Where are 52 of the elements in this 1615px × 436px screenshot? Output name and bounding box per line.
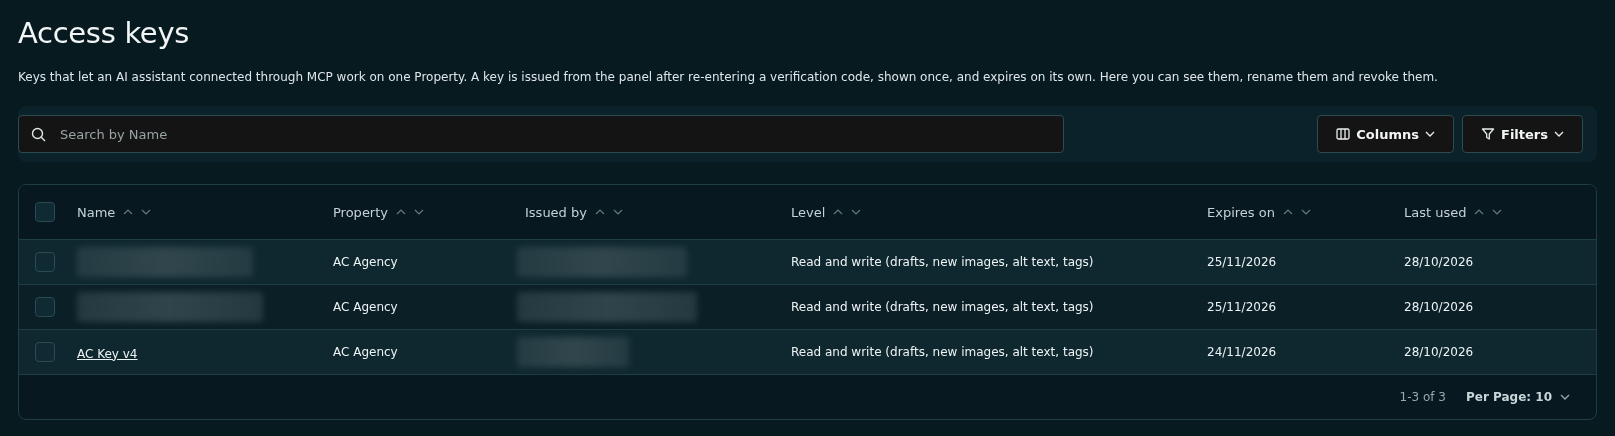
columns-button[interactable]: Columns xyxy=(1317,115,1454,153)
column-header[interactable]: Property xyxy=(333,204,388,220)
row-checkbox[interactable] xyxy=(35,297,55,317)
sort-down-icon[interactable] xyxy=(851,207,862,217)
table-cell-text: AC Agency xyxy=(333,300,399,314)
sort-down-icon[interactable] xyxy=(414,207,424,217)
table-cell-text: 28/10/2026 xyxy=(1404,345,1475,359)
pagination-range: 1-3 of 3 xyxy=(1399,390,1446,404)
table-cell-text: Read and write (drafts, new images, alt text, tags) xyxy=(791,255,1095,269)
column-header[interactable]: Issued by xyxy=(525,204,587,220)
table-row[interactable]: AC Agency Read and write (drafts, new images, alt text, tags) 25/11/2026 28/10/2026 xyxy=(19,284,1596,329)
column-header[interactable]: Expires on xyxy=(1207,204,1275,220)
per-page-dropdown[interactable]: Per Page: 10 xyxy=(1466,390,1570,404)
sort-down-icon[interactable] xyxy=(612,207,623,217)
select-all-checkbox[interactable] xyxy=(35,202,55,222)
search-input[interactable]: Search by Name xyxy=(58,125,1063,143)
table-row[interactable]: AC Agency Read and write (drafts, new images, alt text, tags) 25/11/2026 28/10/2026 xyxy=(19,239,1596,284)
search-icon xyxy=(31,126,46,142)
table-cell-text: AC Agency xyxy=(333,255,399,269)
sort-up-icon[interactable] xyxy=(833,207,844,217)
sort-down-icon[interactable] xyxy=(141,207,152,217)
table-cell-text: 25/11/2026 xyxy=(1207,255,1278,269)
filter-icon xyxy=(1481,127,1495,141)
column-header[interactable]: Level xyxy=(791,204,826,220)
columns-icon xyxy=(1336,127,1351,141)
filters-button[interactable]: Filters xyxy=(1462,115,1583,153)
page-description: Keys that let an AI assistant connected through MCP work on one Property. A key is issued from the panel after re-entering a verification code, shown once, and expires on its own. Here you can see them, rename them and revoke them. xyxy=(18,70,1439,84)
column-header[interactable]: Last used xyxy=(1404,204,1467,220)
table-cell-text: Read and write (drafts, new images, alt text, tags) xyxy=(791,300,1095,314)
sort-up-icon[interactable] xyxy=(594,207,605,217)
sort-up-icon[interactable] xyxy=(123,207,134,217)
chevron-down-icon xyxy=(1554,129,1564,139)
table-cell-text: 25/11/2026 xyxy=(1207,300,1278,314)
key-name-link[interactable]: AC Key v4 xyxy=(77,346,138,361)
table-cell-text: AC Agency xyxy=(333,345,399,359)
table-cell-text: Read and write (drafts, new images, alt text, tags) xyxy=(791,345,1095,359)
row-checkbox[interactable] xyxy=(35,252,55,272)
page-title: Access keys xyxy=(18,16,191,50)
table-cell-text: 24/11/2026 xyxy=(1207,345,1278,359)
sort-up-icon[interactable] xyxy=(396,207,406,217)
sort-up-icon[interactable] xyxy=(1282,207,1293,217)
sort-down-icon[interactable] xyxy=(1492,207,1503,217)
chevron-down-icon xyxy=(1560,392,1570,402)
chevron-down-icon xyxy=(1425,129,1435,139)
table-cell-text: 28/10/2026 xyxy=(1404,300,1475,314)
table-row[interactable]: AC Key v4 AC Agency Read and write (drafts, new images, alt text, tags) 24/11/2026 28/10/2026 xyxy=(19,329,1596,374)
table-cell-text: 28/10/2026 xyxy=(1404,255,1475,269)
column-header[interactable]: Name xyxy=(77,204,116,220)
sort-down-icon[interactable] xyxy=(1300,207,1311,217)
search-bar[interactable]: Search by Name xyxy=(18,115,1064,153)
sort-up-icon[interactable] xyxy=(1474,207,1485,217)
row-checkbox[interactable] xyxy=(35,342,55,362)
